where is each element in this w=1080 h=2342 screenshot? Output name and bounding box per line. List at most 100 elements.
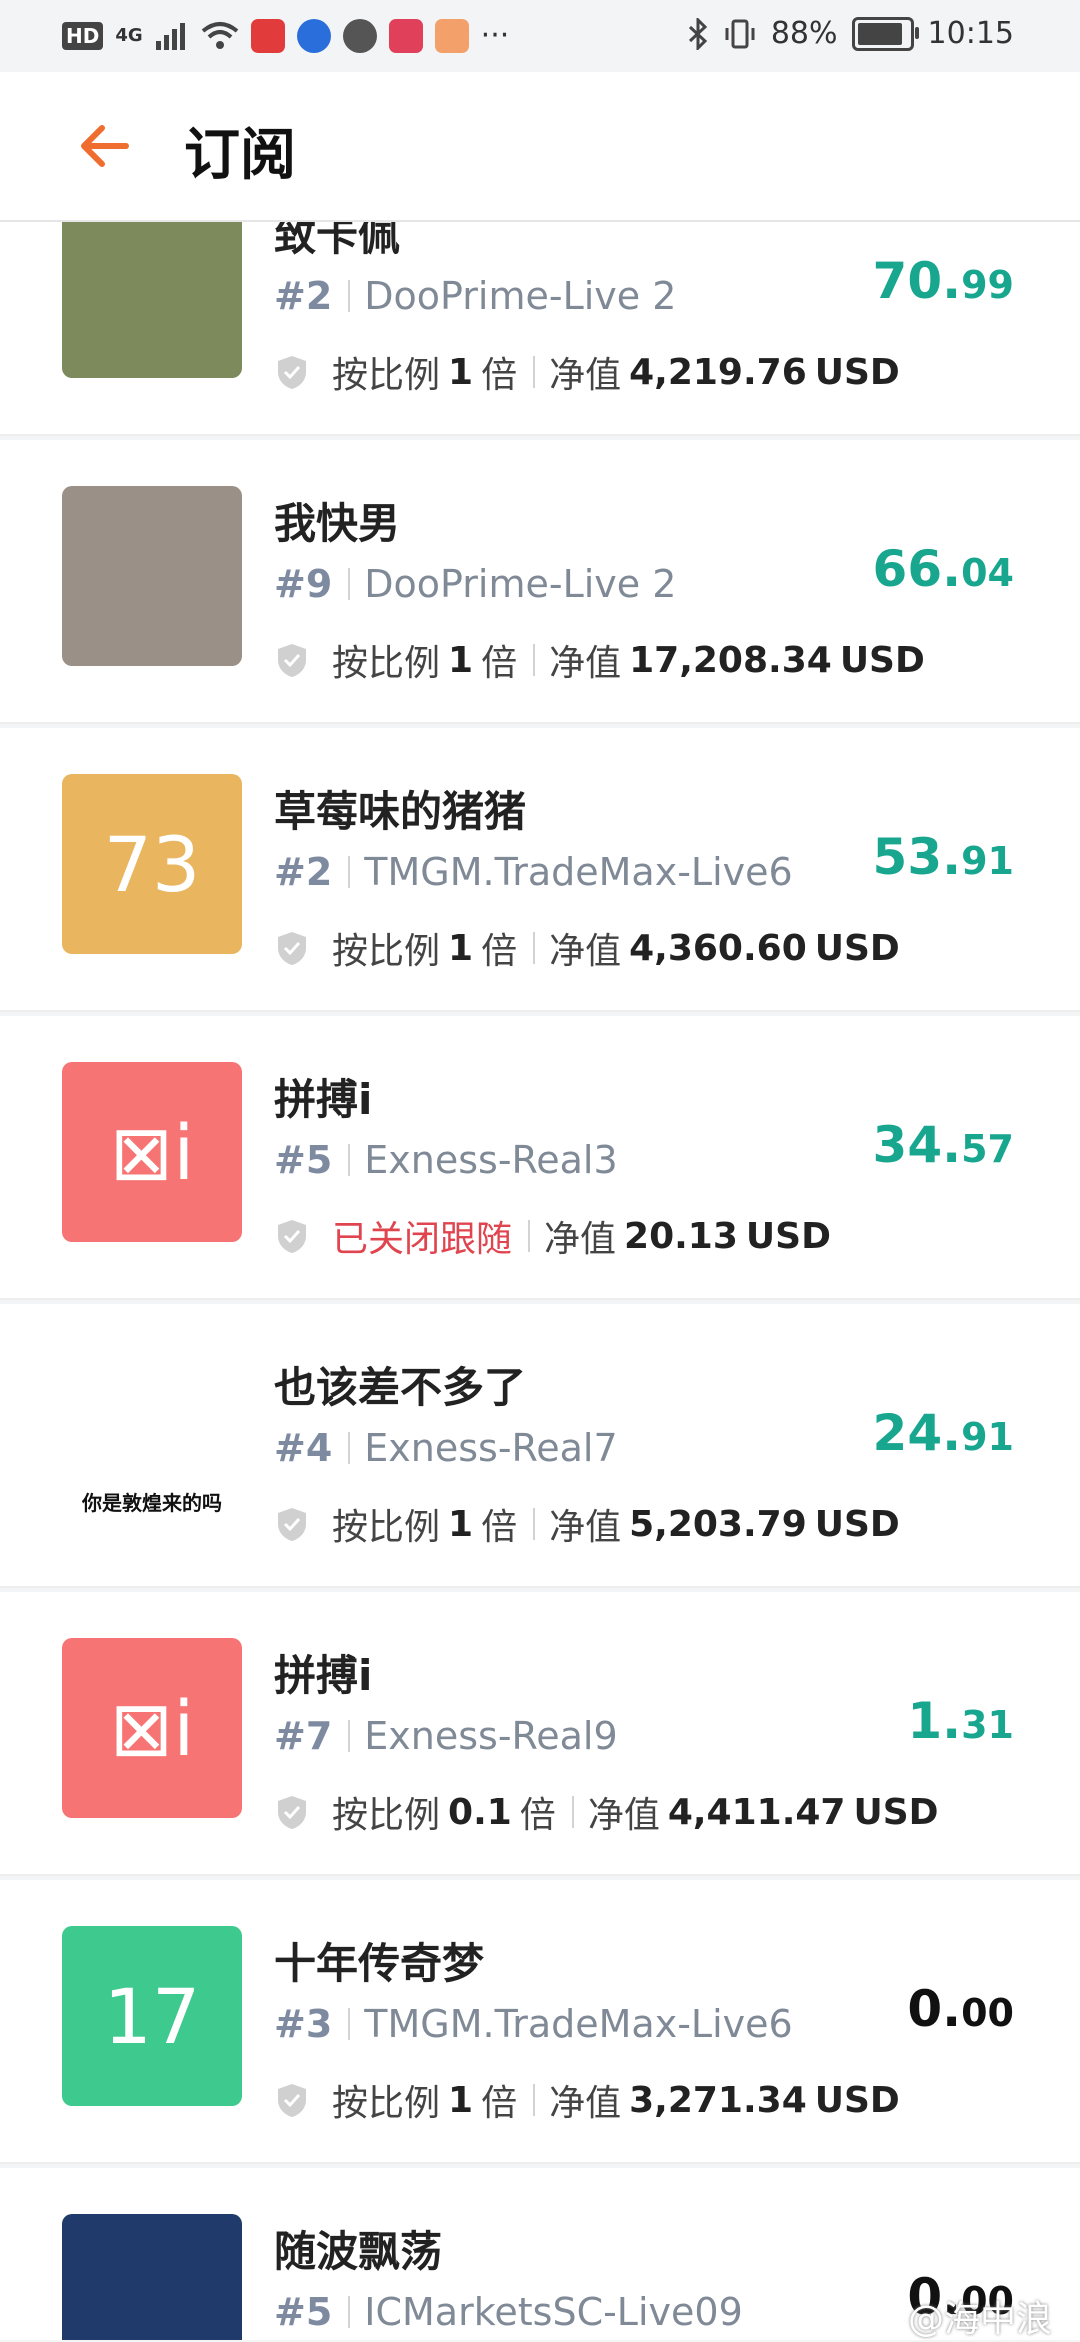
avatar: [62, 2214, 242, 2340]
page-title: 订阅: [184, 123, 296, 188]
avatar: 73: [62, 774, 242, 954]
equity-currency: USD: [814, 927, 900, 969]
subscription-card[interactable]: 我快男 #9 DooPrime-Live 2 66.04 按比例 1 倍净值 17,208.3…: [0, 440, 1080, 724]
return-value: 24.91: [873, 1404, 1014, 1462]
return-int: 34.: [872, 1116, 962, 1174]
equity-currency: USD: [814, 1503, 900, 1545]
avatar: [62, 486, 242, 666]
ratio-label: 按比例: [332, 931, 441, 972]
ratio-label: 按比例: [332, 2083, 441, 2124]
separator: [533, 1508, 536, 1540]
avatar: 17: [62, 1926, 242, 2106]
subscription-card[interactable]: 你是敦煌来的吗 也该差不多了 #4 Exness-Real7 24.91 按比例 1 倍净值 5…: [0, 1304, 1080, 1588]
subscription-card[interactable]: 73 草莓味的猪猪 #2 TMGM.TradeMax-Live6 53.91 按比例 1 倍净…: [0, 728, 1080, 1012]
trader-name: 十年传奇梦: [274, 1939, 485, 1988]
account-line: #7 Exness-Real9: [274, 1714, 618, 1758]
back-arrow-icon[interactable]: [76, 116, 136, 176]
trader-name: 随波飘荡: [274, 2227, 443, 2276]
separator: [348, 1144, 351, 1176]
ratio-unit: 倍: [481, 2083, 518, 2124]
detail-line: 按比例 1 倍净值 3,271.34 USD: [276, 2074, 908, 2126]
return-int: 53.: [872, 828, 962, 886]
return-int: 24.: [872, 1404, 962, 1462]
ratio-value: 1: [448, 639, 474, 681]
avatar-text: ⊠i: [109, 1683, 195, 1773]
ratio-value: 1: [448, 1503, 474, 1545]
equity-label: 净值: [549, 355, 622, 396]
wifi-icon: [201, 21, 238, 49]
equity-currency: USD: [839, 639, 925, 681]
equity-label: 净值: [549, 643, 622, 684]
trader-name: 致卡佩: [274, 222, 401, 260]
rank-badge: #5: [274, 1138, 333, 1182]
row-divider: [0, 1010, 1080, 1012]
status-left: HD 4G ···: [62, 18, 509, 53]
shield-check-icon: [278, 644, 306, 677]
account-line: #5 Exness-Real3: [274, 1138, 618, 1182]
return-dec: 99: [961, 263, 1014, 307]
rank-badge: #7: [274, 1714, 333, 1758]
return-value: 0.00: [907, 1980, 1014, 2038]
equity-value: 17,208.34: [629, 639, 832, 681]
subscription-card[interactable]: 17 十年传奇梦 #3 TMGM.TradeMax-Live6 0.00 按比例 1 倍净值 3…: [0, 1880, 1080, 2164]
trader-name: 我快男: [274, 499, 401, 548]
battery-percent: 88%: [770, 16, 838, 51]
server-name: Exness-Real9: [364, 1714, 618, 1758]
shield-check-icon: [278, 356, 306, 389]
separator: [571, 1796, 574, 1828]
shield-check-icon: [278, 2084, 306, 2117]
trader-name: 拼搏i: [274, 1075, 373, 1124]
subscription-card[interactable]: ⊠i 拼搏i #5 Exness-Real3 34.57 已关闭跟随 净值 20.13 USD: [0, 1016, 1080, 1300]
return-int: 66.: [872, 540, 962, 598]
return-dec: 00: [961, 1991, 1014, 2035]
book-app-icon: [388, 18, 423, 53]
trader-name: 草莓味的猪猪: [274, 787, 527, 836]
subscription-card[interactable]: 致卡佩 #2 DooPrime-Live 2 70.99 按比例 1 倍净值 4,219.76…: [0, 222, 1080, 436]
rank-badge: #2: [274, 274, 333, 318]
avatar-text: 你是敦煌来的吗: [82, 1491, 222, 1515]
avatar-text: 17: [103, 1971, 201, 2061]
return-dec: 04: [961, 551, 1014, 595]
ratio-unit: 倍: [481, 355, 518, 396]
battery-icon: [851, 16, 919, 51]
battery-level: [857, 22, 902, 45]
detail-line: 按比例 1 倍净值 5,203.79 USD: [276, 1498, 908, 1550]
avatar: ⊠i: [62, 1062, 242, 1242]
huawei-app-icon: [250, 18, 285, 53]
equity-value: 5,203.79: [629, 1503, 807, 1545]
more-notifications: ···: [480, 18, 510, 53]
cup-app-icon: [434, 18, 469, 53]
server-name: Exness-Real7: [364, 1426, 618, 1470]
equity-label: 净值: [587, 1795, 660, 1836]
server-name: Exness-Real3: [364, 1138, 618, 1182]
ratio-value: 0.1: [448, 1791, 512, 1833]
app-header: 订阅: [0, 72, 1080, 222]
account-line: #9 DooPrime-Live 2: [274, 562, 676, 606]
equity-value: 4,411.47: [667, 1791, 846, 1833]
subscription-card[interactable]: ⊠i 拼搏i #7 Exness-Real9 1.31 按比例 0.1 倍净值 4,411.47…: [0, 1592, 1080, 1876]
return-value: 1.31: [907, 1692, 1014, 1750]
return-value: 70.99: [873, 252, 1014, 310]
shield-check-icon: [278, 932, 306, 965]
signal-icon: [155, 22, 185, 50]
separator: [528, 1220, 531, 1252]
ratio-unit: 倍: [519, 1795, 556, 1836]
separator: [533, 932, 536, 964]
return-dec: 57: [961, 1127, 1014, 1171]
account-line: #2 DooPrime-Live 2: [274, 274, 676, 318]
follow-closed-label: 已关闭跟随: [332, 1219, 513, 1260]
equity-currency: USD: [853, 1791, 939, 1833]
detail-line: 按比例 0.1 倍净值 4,411.47 USD: [276, 1786, 947, 1838]
equity-value: 20.13: [624, 1215, 738, 1257]
equity-label: 净值: [549, 931, 622, 972]
separator: [348, 568, 351, 600]
equity-currency: USD: [814, 2079, 900, 2121]
rank-badge: #5: [274, 2290, 333, 2334]
return-int: 70.: [872, 252, 962, 310]
subscription-list: 致卡佩 #2 DooPrime-Live 2 70.99 按比例 1 倍净值 4,219.76…: [0, 222, 1080, 2340]
rank-badge: #3: [274, 2002, 333, 2046]
account-line: #4 Exness-Real7: [274, 1426, 618, 1470]
ratio-label: 按比例: [332, 643, 441, 684]
row-divider: [0, 2162, 1080, 2164]
separator: [348, 856, 351, 888]
